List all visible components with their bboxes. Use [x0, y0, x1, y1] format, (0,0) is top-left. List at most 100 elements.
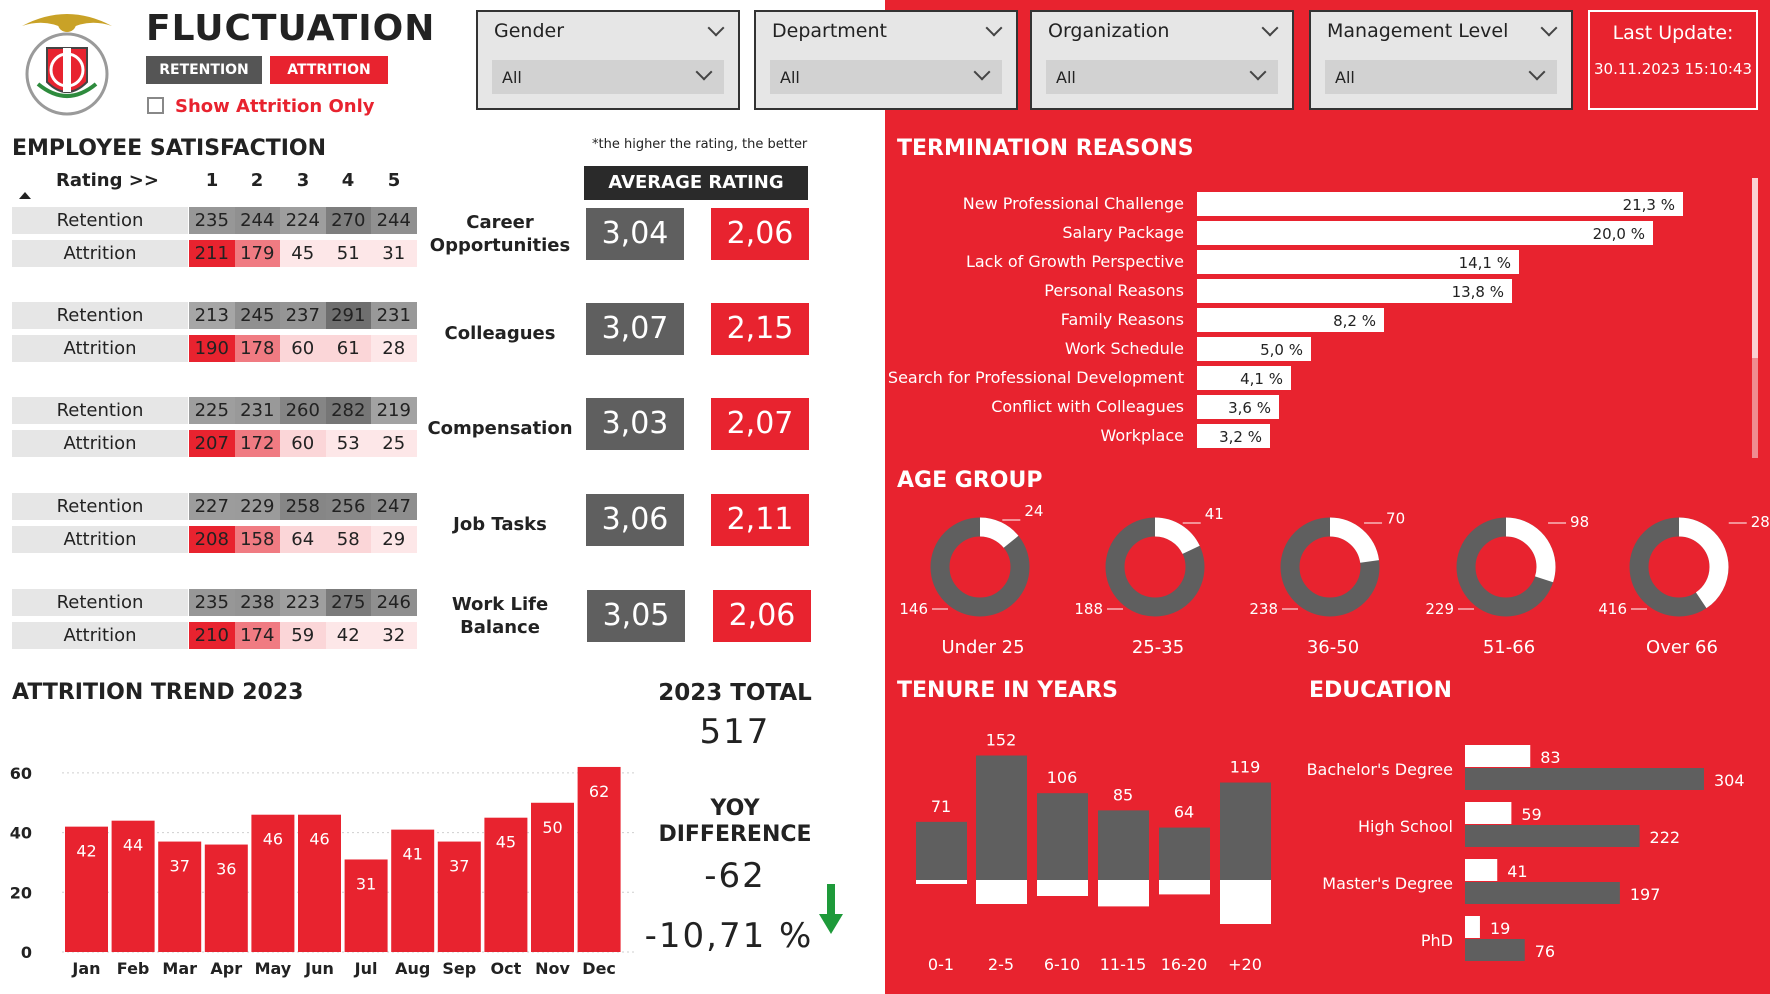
- sort-ascending-icon[interactable]: [19, 192, 31, 199]
- tenure-bar-segment[interactable]: [1159, 880, 1210, 895]
- tenure-bar-segment[interactable]: [1220, 782, 1271, 880]
- dropdown-value: All: [502, 68, 522, 87]
- trend-bar-value: 31: [356, 874, 376, 893]
- chevron-down-icon[interactable]: [695, 63, 713, 81]
- retention-cell: 224: [280, 207, 326, 234]
- chevron-down-icon[interactable]: [1261, 19, 1279, 37]
- avg-attrition-box: 2,07: [711, 398, 809, 450]
- chevron-down-icon[interactable]: [1249, 63, 1267, 81]
- reason-label: Salary Package: [1062, 223, 1184, 242]
- attrition-cell: 58: [325, 526, 371, 553]
- education-bar-retention[interactable]: [1465, 825, 1640, 847]
- management-level-slicer[interactable]: Management Level All: [1309, 10, 1573, 110]
- donut-attrition-value: 24: [1024, 502, 1043, 520]
- rating-col-4: 4: [341, 170, 355, 191]
- reason-value: 3,6 %: [1228, 399, 1271, 417]
- education-bar-attrition[interactable]: [1465, 802, 1512, 824]
- donut-attrition-value: 41: [1205, 505, 1224, 523]
- slicer-label: Department: [772, 20, 887, 42]
- attrition-cell: 31: [371, 240, 417, 267]
- reason-value: 8,2 %: [1333, 312, 1376, 330]
- reason-value: 14,1 %: [1458, 254, 1511, 272]
- tenure-bar-segment[interactable]: [916, 821, 967, 880]
- category-label-line: Opportunities: [429, 235, 571, 256]
- chevron-down-icon[interactable]: [1528, 63, 1546, 81]
- chevron-down-icon[interactable]: [985, 19, 1003, 37]
- education-bar-attrition[interactable]: [1465, 859, 1498, 881]
- retention-row-label: Retention: [12, 397, 188, 424]
- tenure-bar-segment[interactable]: [976, 755, 1027, 880]
- education-bar-retention[interactable]: [1465, 939, 1525, 961]
- trend-bar[interactable]: [344, 859, 388, 952]
- chevron-down-icon[interactable]: [707, 19, 725, 37]
- reason-label: Search for Professional Development: [887, 368, 1184, 387]
- department-dropdown[interactable]: All: [770, 60, 1002, 94]
- retention-tag[interactable]: RETENTION: [146, 56, 262, 84]
- organization-slicer[interactable]: Organization All: [1030, 10, 1294, 110]
- y-tick-label: 20: [10, 883, 32, 902]
- chevron-down-icon[interactable]: [973, 63, 991, 81]
- retention-cell: 225: [189, 397, 235, 424]
- education-label: High School: [1358, 817, 1453, 836]
- attrition-cell: 178: [234, 335, 280, 362]
- tenure-bar-segment[interactable]: [1037, 880, 1088, 896]
- retention-cell: 231: [234, 397, 280, 424]
- attrition-cell: 211: [189, 240, 235, 267]
- trend-bar-value: 46: [263, 830, 283, 849]
- reason-label: New Professional Challenge: [962, 194, 1184, 213]
- avg-attrition-box: 2,15: [711, 303, 809, 355]
- education-value: 197: [1630, 885, 1661, 904]
- donut-retention-value: 146: [899, 600, 928, 618]
- category-label-line: Career: [466, 212, 534, 233]
- age-group-label: 36-50: [1307, 637, 1359, 658]
- education-bar-retention[interactable]: [1465, 882, 1620, 904]
- show-attrition-label: Show Attrition Only: [175, 96, 375, 117]
- trend-bar-value: 42: [76, 842, 96, 861]
- show-attrition-checkbox[interactable]: [147, 97, 164, 114]
- retention-cell: 246: [371, 589, 417, 616]
- education-bar-retention[interactable]: [1465, 768, 1704, 790]
- gender-dropdown[interactable]: All: [492, 60, 724, 94]
- yoy-value: -62: [704, 856, 766, 896]
- month-label: Dec: [582, 959, 616, 978]
- attrition-cell: 208: [189, 526, 235, 553]
- gender-slicer[interactable]: Gender All: [476, 10, 740, 110]
- attrition-cell: 158: [234, 526, 280, 553]
- tenure-bar-segment[interactable]: [1098, 810, 1149, 880]
- education-bar-attrition[interactable]: [1465, 916, 1480, 938]
- last-update-value: 30.11.2023 15:10:43: [1593, 60, 1753, 78]
- management-level-dropdown[interactable]: All: [1325, 60, 1557, 94]
- retention-cell: 235: [189, 207, 235, 234]
- retention-cell: 244: [371, 207, 417, 234]
- reason-value: 4,1 %: [1240, 370, 1283, 388]
- education-value: 83: [1540, 748, 1560, 767]
- tenure-bar-segment[interactable]: [916, 880, 967, 884]
- organization-dropdown[interactable]: All: [1046, 60, 1278, 94]
- month-label: Mar: [162, 959, 197, 978]
- retention-cell: 213: [189, 302, 235, 329]
- department-slicer[interactable]: Department All: [754, 10, 1018, 110]
- tenure-bar-segment[interactable]: [976, 880, 1027, 904]
- attrition-row-label: Attrition: [12, 335, 188, 362]
- reason-label: Work Schedule: [1064, 339, 1184, 358]
- tenure-bar-segment[interactable]: [1037, 793, 1088, 880]
- month-label: Apr: [210, 959, 242, 978]
- tenure-category: 11-15: [1100, 955, 1147, 974]
- age-group-label: 25-35: [1132, 637, 1184, 658]
- attrition-row-label: Attrition: [12, 430, 188, 457]
- education-value: 304: [1714, 771, 1745, 790]
- education-value: 222: [1650, 828, 1681, 847]
- chevron-down-icon[interactable]: [1540, 19, 1558, 37]
- age-group-label: Over 66: [1646, 637, 1718, 658]
- tenure-bar-segment[interactable]: [1098, 880, 1149, 907]
- avg-retention-box: 3,07: [586, 303, 684, 355]
- education-bar-attrition[interactable]: [1465, 745, 1531, 767]
- dashboard-title: FLUCTUATION: [146, 8, 436, 49]
- tenure-bar-segment[interactable]: [1159, 827, 1210, 880]
- tenure-bar-segment[interactable]: [1220, 880, 1271, 924]
- education-value: 19: [1490, 919, 1510, 938]
- scrollbar-thumb[interactable]: [1752, 178, 1758, 358]
- category-label: Career Opportunities: [425, 211, 575, 257]
- attrition-tag[interactable]: ATTRITION: [270, 56, 388, 84]
- retention-cell: 258: [280, 493, 326, 520]
